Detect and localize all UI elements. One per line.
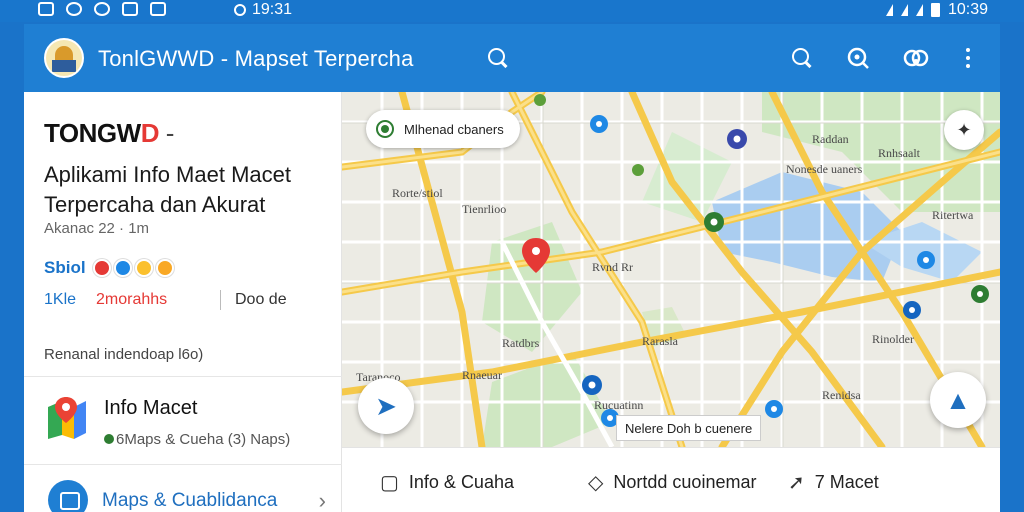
stat-divider xyxy=(220,290,221,310)
navigate-fab[interactable]: ➤ xyxy=(358,378,414,434)
messenger-icon xyxy=(66,2,82,16)
map-label: Nonesde uaners xyxy=(786,162,863,176)
direction-icon: ➚ xyxy=(788,472,805,494)
list-item-subtitle: 6Maps & Cueha (3) Naps) xyxy=(104,431,290,448)
search-icon xyxy=(792,48,812,68)
status-time-left: 19:31 xyxy=(252,1,293,18)
stat-reviews: 2morahhs xyxy=(96,291,168,308)
wifi-icon xyxy=(885,4,893,16)
rating-dot-icon xyxy=(92,259,111,277)
status-bar: 19:31 10:39 xyxy=(0,0,1024,22)
map-label: Rnhsaalt xyxy=(878,146,920,160)
action-label: 7 Macet xyxy=(814,472,879,492)
rating-dot-icon xyxy=(155,259,174,277)
compass-icon: ✦ xyxy=(956,119,972,140)
signal-icon xyxy=(915,4,923,16)
app-subline: Akanac 22 · 1m xyxy=(44,220,150,237)
stat-downloads: 1Kle xyxy=(44,291,77,308)
maps-app-icon xyxy=(48,397,86,439)
map-label: Ritertwa xyxy=(932,208,974,222)
app-headline: Aplikami Info Maet Macet Terpercaha dan … xyxy=(44,162,291,217)
location-dot-icon xyxy=(376,120,394,138)
status-time-right: 10:39 xyxy=(947,1,988,18)
map-label: Ratdbrs xyxy=(502,336,540,350)
divider xyxy=(24,464,342,465)
map-label: Renidsa xyxy=(822,388,861,402)
map-label: Rvnd Rr xyxy=(592,260,634,274)
action-label: Nortdd cuoinemar xyxy=(613,472,757,492)
more-vert-icon xyxy=(966,48,970,68)
rating-dot-icon xyxy=(113,259,132,277)
compass-button[interactable]: ✦ xyxy=(944,110,984,150)
chevron-right-icon: › xyxy=(318,488,326,512)
reviews-text: Renanal indendoap l6o) xyxy=(44,346,204,363)
search-icon xyxy=(488,48,508,68)
rating-dot-icon xyxy=(134,259,153,277)
app-bar: TonlGWWD - Mapset Terpercha xyxy=(24,24,1000,92)
nav-maps-cuablidanca[interactable]: Maps & Cuablidanca › xyxy=(24,466,342,512)
action-info-cuaha[interactable]: ▢ Info & Cuaha xyxy=(380,470,514,495)
alarm-icon xyxy=(234,4,246,16)
map-label: Rinolder xyxy=(872,332,914,346)
gallery-icon xyxy=(122,2,138,16)
photo-icon xyxy=(38,2,54,16)
brand-accent-text: D xyxy=(140,118,160,148)
search-button[interactable] xyxy=(482,42,514,74)
shield-icon xyxy=(94,2,110,16)
rating-label: Sbiol xyxy=(44,258,86,277)
list-item-title: Info Macet xyxy=(104,397,198,419)
map-label: Rucuatinn xyxy=(594,398,644,412)
status-icons-right: 10:39 xyxy=(885,1,988,19)
chat-icon: ▢ xyxy=(380,472,399,494)
brand-main-text: TONGW xyxy=(44,118,141,148)
info-panel: TONGWD - Aplikami Info Maet Macet Terper… xyxy=(24,92,342,512)
list-item-subtitle-text: Maps & Cueha (3) Naps) xyxy=(124,431,291,448)
chip-label: Mlhenad cbaners xyxy=(404,121,504,137)
zoom-icon xyxy=(847,47,869,69)
share-icon xyxy=(903,49,929,67)
status-icons-left xyxy=(38,2,166,16)
stats-row: 1Kle 2morahhs Doo de xyxy=(44,290,287,310)
navigation-arrow-icon: ➤ xyxy=(375,390,397,421)
brand-name: TONGWD - xyxy=(44,118,174,149)
nav-label: Maps & Cuablidanca xyxy=(102,490,278,511)
directions-fab[interactable]: ▲ xyxy=(930,372,986,428)
map-label: Raddan xyxy=(812,132,849,146)
stat-extra: Doo de xyxy=(235,291,287,308)
app-window: TonlGWWD - Mapset Terpercha TONGWD - Apl… xyxy=(24,24,1000,512)
map-view[interactable]: Rnhsaalt Nonesde uaners Rorte/stiol Tien… xyxy=(342,92,1000,447)
action-macet[interactable]: ➚ 7 Macet xyxy=(788,470,879,495)
app-icon xyxy=(150,2,166,16)
app-logo-icon[interactable] xyxy=(44,38,84,78)
battery-icon xyxy=(930,3,940,17)
rating-row: Sbiol xyxy=(44,258,174,278)
map-label: Tienrlioo xyxy=(462,202,507,216)
bottom-action-bar: ▢ Info & Cuaha ◇ Nortdd cuoinemar ➚ 7 Ma… xyxy=(342,447,1000,512)
map-callout: Nelere Doh b cuenere xyxy=(616,415,762,441)
search-button-secondary[interactable] xyxy=(786,42,818,74)
list-item-info-macet[interactable]: Info Macet 6Maps & Cueha (3) Naps) xyxy=(24,377,342,465)
badge-dot-icon xyxy=(104,434,114,444)
tag-icon: ◇ xyxy=(588,472,604,494)
status-clock-left: 19:31 xyxy=(234,1,292,19)
share-button[interactable] xyxy=(900,42,932,74)
zoom-button[interactable] xyxy=(842,42,874,74)
maps-square-icon xyxy=(48,480,88,512)
more-options-button[interactable] xyxy=(952,42,984,74)
map-search-chip[interactable]: Mlhenad cbaners xyxy=(366,110,520,148)
action-nortdd[interactable]: ◇ Nortdd cuoinemar xyxy=(588,470,756,495)
map-label: Rorte/stiol xyxy=(392,186,443,200)
map-label: Rnaeuar xyxy=(462,368,502,382)
direction-arrow-icon: ▲ xyxy=(945,384,971,415)
action-label: Info & Cuaha xyxy=(408,472,514,492)
brand-dash: - xyxy=(158,118,175,148)
map-label: Rarasla xyxy=(642,334,678,348)
signal-icon xyxy=(900,4,908,16)
app-title: TonlGWWD - Mapset Terpercha xyxy=(98,46,414,71)
